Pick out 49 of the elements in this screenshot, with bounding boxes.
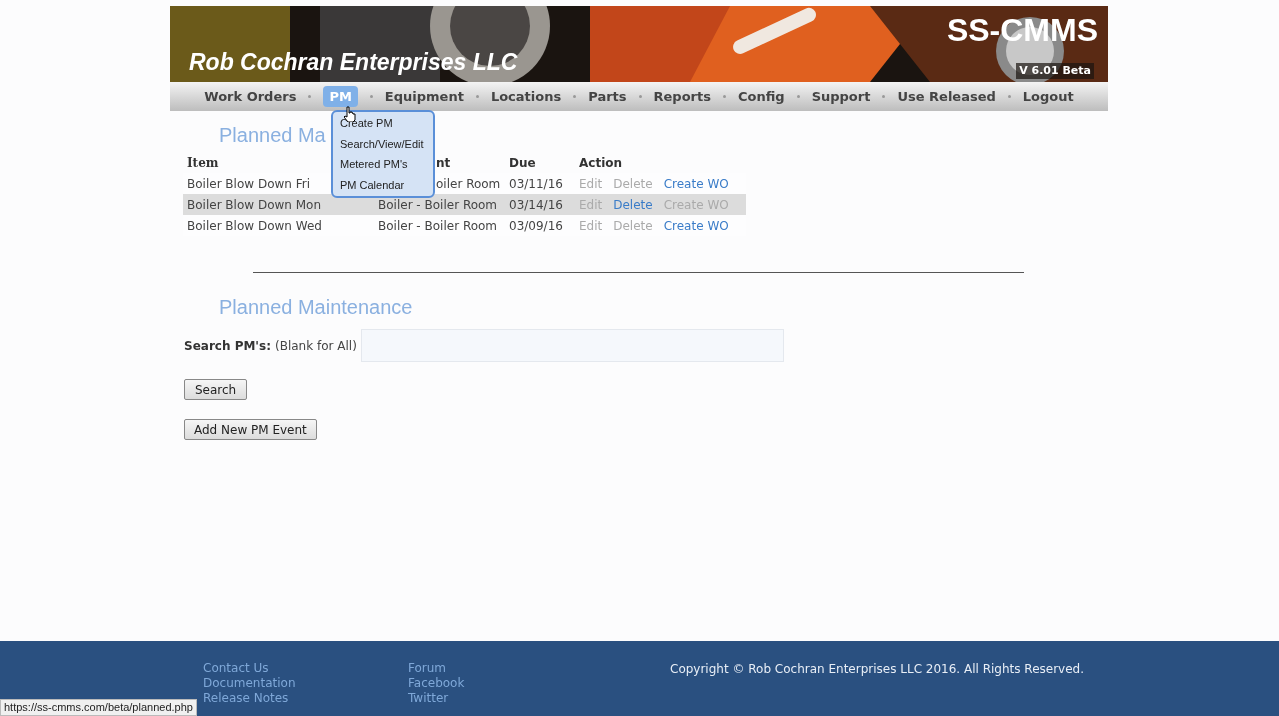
action-link: Delete bbox=[613, 175, 653, 193]
menu-item[interactable]: PM Calendar bbox=[333, 174, 433, 195]
nav-item[interactable]: Equipment bbox=[384, 86, 464, 107]
nav-item[interactable]: Reports bbox=[653, 86, 711, 107]
column-header: Due bbox=[509, 156, 536, 170]
search-field[interactable] bbox=[360, 329, 784, 362]
footer-link[interactable]: Documentation bbox=[203, 676, 296, 691]
status-url: https://ss-cmms.com/beta/planned.php bbox=[0, 699, 197, 716]
company-name: Rob Cochran Enterprises LLC bbox=[189, 47, 518, 77]
footer-link[interactable]: Facebook bbox=[408, 676, 465, 691]
search-hint: (Blank for All) bbox=[275, 337, 357, 355]
column-header: Item bbox=[187, 156, 219, 170]
column-header: Action bbox=[579, 156, 623, 170]
add-event-button[interactable]: Add New PM Event bbox=[184, 419, 317, 440]
footer-link[interactable]: Twitter bbox=[408, 691, 465, 706]
nav-item[interactable]: Parts bbox=[588, 86, 627, 107]
table-cell: Boiler Blow Down Mon bbox=[187, 197, 322, 212]
table-cell: oiler Room bbox=[436, 176, 501, 191]
action-link: Edit bbox=[579, 175, 603, 193]
action-link: Delete bbox=[613, 217, 653, 235]
search-label: Search PM's: bbox=[184, 337, 271, 355]
section-heading: Planned Maintenance bbox=[219, 295, 414, 320]
menu-item[interactable]: Metered PM's bbox=[333, 154, 433, 175]
page-heading: Planned Ma bbox=[219, 123, 326, 148]
product-name: SS-CMMS bbox=[946, 14, 1098, 46]
nav-item[interactable]: Support bbox=[811, 86, 871, 107]
table-cell: Boiler Blow Down Fri bbox=[187, 176, 311, 191]
column-header: nt bbox=[436, 156, 451, 170]
nav-item[interactable]: Config bbox=[737, 86, 785, 107]
action-link: Edit bbox=[579, 217, 603, 235]
footer-link[interactable]: Release Notes bbox=[203, 691, 296, 706]
table-cell: Boiler Blow Down Wed bbox=[187, 218, 322, 233]
footer-link[interactable]: Contact Us bbox=[203, 661, 296, 676]
search-button[interactable]: Search bbox=[184, 379, 248, 400]
table-cell: Boiler - Boiler Room bbox=[378, 218, 498, 233]
nav-item[interactable]: Logout bbox=[1022, 86, 1074, 107]
table-cell: 03/14/16 bbox=[509, 197, 563, 212]
table-cell: 03/09/16 bbox=[509, 218, 563, 233]
table-cell: 03/11/16 bbox=[509, 176, 563, 191]
nav-item[interactable]: Work Orders bbox=[204, 86, 297, 107]
table-cell: Boiler - Boiler Room bbox=[378, 197, 498, 212]
footer-link[interactable]: Forum bbox=[408, 661, 465, 676]
menu-item[interactable]: Search/View/Edit bbox=[333, 133, 433, 154]
nav-item[interactable]: Locations bbox=[490, 86, 562, 107]
action-link[interactable]: Create WO bbox=[663, 216, 729, 235]
menu-item[interactable]: Create PM bbox=[333, 113, 433, 134]
action-link[interactable]: Create WO bbox=[663, 174, 729, 193]
nav-item[interactable]: Use Released bbox=[897, 86, 996, 107]
copyright-text: Copyright © Rob Cochran Enterprises LLC 2016. All Rights Reserved. bbox=[670, 661, 1085, 678]
